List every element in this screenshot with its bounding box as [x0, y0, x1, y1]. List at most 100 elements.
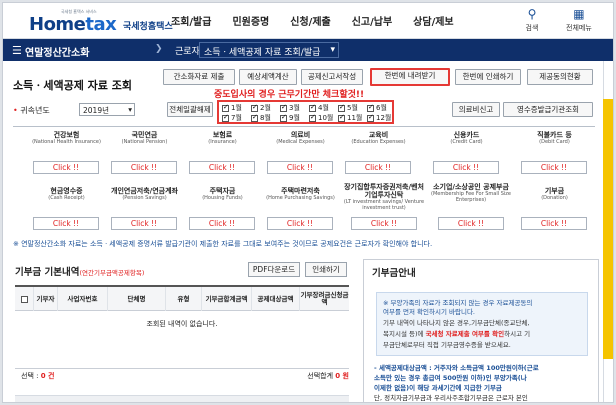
- month-checkbox[interactable]: 2월: [251, 103, 271, 113]
- guide-note: 단, 정치자금기부금과 우리사주조합기부금은 근로자 본인: [374, 394, 528, 402]
- click-button[interactable]: Click !!: [189, 161, 255, 174]
- horizontal-scrollbar[interactable]: [15, 395, 349, 402]
- guide-line: 하시고 기: [504, 330, 531, 338]
- click-button[interactable]: Click !!: [351, 217, 417, 230]
- chevron-right-icon: ❯: [155, 44, 163, 54]
- checkbox-checked-icon: [309, 113, 316, 122]
- select-all-button[interactable]: 전체일괄해제: [167, 102, 213, 117]
- click-button[interactable]: Click !!: [33, 217, 99, 230]
- menu-icon[interactable]: ☰: [12, 44, 22, 57]
- checkbox-checked-icon: [251, 113, 258, 122]
- quick-menu-strip[interactable]: [603, 99, 613, 359]
- checkbox-checked-icon: [309, 103, 316, 112]
- guide-note: 소득만 있는 경우 총급여 500만원 이하)인 부양가족(나: [374, 374, 527, 382]
- category-donation: 기부금 (Donation) Click !!: [519, 187, 590, 230]
- table-footer: 선택 : 0 건 선택합계 0 원: [15, 369, 349, 383]
- site-header: 국세청 홈택스 서비스 Hometax 국세청홈택스 조회/발급 민원증명 신청…: [3, 3, 613, 39]
- guide-line: 기부 내역이 나타나지 않은 경우,기부금단체(종교단체,: [383, 319, 530, 327]
- mid-hire-notice: 중도입사의 경우 근무기간만 체크할것!!: [214, 90, 365, 100]
- all-menu-button[interactable]: ▦ 전체메뉴: [566, 7, 592, 33]
- pdf-download-button[interactable]: PDF다운로드: [248, 262, 300, 277]
- click-button[interactable]: Click !!: [345, 161, 411, 174]
- checkbox-checked-icon: [222, 103, 229, 112]
- nav-inquiry[interactable]: 조회/발급: [171, 13, 211, 28]
- month-checkbox[interactable]: 12월: [367, 113, 391, 123]
- nav-consult[interactable]: 상담/제보: [413, 13, 453, 28]
- submit-docs-button[interactable]: 간소화자료 제출: [163, 69, 235, 85]
- month-checkbox[interactable]: 4월: [309, 103, 329, 113]
- month-checkbox[interactable]: 5월: [338, 103, 358, 113]
- category-housing-funds: 주택자금 (Housing Funds) Click !!: [187, 187, 258, 230]
- month-checkbox[interactable]: 11월: [338, 113, 362, 123]
- month-checkbox[interactable]: 7월: [222, 113, 242, 123]
- select-all-checkbox[interactable]: [15, 287, 33, 311]
- month-checkbox[interactable]: 10월: [309, 113, 333, 123]
- category-lt-investment: 장기집합투자증권저축/벤처기업투자신탁 (LT investment savin…: [343, 183, 425, 230]
- consent-status-button[interactable]: 제공동의현황: [527, 69, 593, 85]
- breadcrumb-worker[interactable]: 근로자: [175, 44, 200, 57]
- month-checkbox[interactable]: 9월: [280, 113, 300, 123]
- click-button[interactable]: Click !!: [433, 161, 499, 174]
- month-checkbox[interactable]: 6월: [367, 103, 387, 113]
- receipt-issuer-button[interactable]: 영수증발급기관조회: [503, 102, 593, 117]
- col-org-name: 단체명: [107, 287, 165, 311]
- nav-filing[interactable]: 신고/납부: [352, 13, 392, 28]
- chevron-down-icon: ▾: [330, 45, 335, 55]
- logo-org-name: 국세청홈택스: [123, 22, 173, 32]
- selection-count: 0 건: [40, 372, 55, 380]
- empty-message: 조회된 내역이 없습니다.: [146, 320, 218, 328]
- category-home-savings: 주택마련저축 (Home Purchasing Savings) Click !…: [266, 187, 335, 230]
- col-biz-number: 사업자번호: [57, 287, 107, 311]
- checkbox-checked-icon: [222, 113, 229, 122]
- checkbox-checked-icon: [338, 113, 345, 122]
- col-type: 유형: [165, 287, 201, 311]
- medical-report-button[interactable]: 의료비신고: [452, 102, 500, 117]
- nav-application[interactable]: 신청/제출: [290, 13, 330, 28]
- guide-note: 이제한 없음)이 해당 과세기간에 지급한 기부금: [374, 384, 502, 392]
- month-checkbox[interactable]: 3월: [280, 103, 300, 113]
- breadcrumb-current: 소득ㆍ세액공제 자료 조회/발급: [204, 48, 321, 58]
- guide-emphasis: 국세청 자료제출 여부를 확인: [425, 330, 505, 338]
- sub-navigation-bar: ☰ 연말정산간소화 ❯ 근로자 소득ㆍ세액공제 자료 조회/발급 ▾: [3, 39, 613, 61]
- donation-title: 기부금 기본내역: [15, 267, 80, 278]
- print-button[interactable]: 인쇄하기: [305, 262, 347, 277]
- checkbox-icon: [20, 295, 28, 303]
- click-button[interactable]: Click !!: [521, 161, 587, 174]
- nav-certificates[interactable]: 민원증명: [232, 13, 269, 28]
- all-menu-label: 전체메뉴: [566, 24, 592, 32]
- click-button[interactable]: Click !!: [267, 217, 333, 230]
- click-button[interactable]: Click !!: [438, 217, 504, 230]
- click-button[interactable]: Click !!: [33, 161, 99, 174]
- checkbox-checked-icon: [367, 113, 374, 122]
- category-cash-receipt: 현금영수증 (Cash Receipt) Click !!: [31, 187, 102, 230]
- click-button[interactable]: Click !!: [267, 161, 333, 174]
- month-checkbox[interactable]: 8월: [251, 113, 271, 123]
- category-grid: 건강보험 (National Health Insurance) Click !…: [13, 126, 595, 232]
- checkbox-checked-icon: [338, 103, 345, 112]
- click-button[interactable]: Click !!: [111, 161, 177, 174]
- logo-home: Home: [29, 14, 86, 35]
- category-small-business: 소기업/소상공인 공제부금 (Membership Fee For Small …: [431, 183, 511, 230]
- col-total-amount: 기부금합계금액: [201, 287, 251, 311]
- chevron-down-icon: ▾: [128, 105, 132, 114]
- click-button[interactable]: Click !!: [111, 217, 177, 230]
- guide-line: 부금단체로부터 직접 기부금영수증을 받으세요.: [383, 341, 511, 349]
- year-select[interactable]: 2019년 ▾: [79, 103, 135, 116]
- write-form-button[interactable]: 공제신고서작성: [301, 69, 363, 85]
- section-title[interactable]: 연말정산간소화: [25, 44, 89, 59]
- click-button[interactable]: Click !!: [189, 217, 255, 230]
- predict-tax-button[interactable]: 예상세액계산: [239, 69, 297, 85]
- search-button[interactable]: ⚲ 검색: [525, 7, 539, 33]
- guide-line: 복지시설 등)에: [383, 330, 424, 338]
- category-pension-savings: 개인연금저축/연금계좌 (Pension Savings) Click !!: [111, 187, 178, 230]
- month-checkboxes: 1월 2월 3월 4월 5월 6월 7월 8월 9월 10월 11월 12월: [217, 100, 394, 124]
- hometax-logo[interactable]: 국세청 홈택스 서비스 Hometax 국세청홈택스: [29, 9, 179, 35]
- donation-panel: 기부금 기본내역(연간기부금액공제항목) PDF다운로드 인쇄하기 기부자 사업…: [15, 259, 349, 402]
- checkbox-checked-icon: [280, 113, 287, 122]
- print-all-button[interactable]: 한번에 인쇄하기: [455, 69, 521, 85]
- click-button[interactable]: Click !!: [521, 217, 587, 230]
- breadcrumb-dropdown[interactable]: 소득ㆍ세액공제 자료 조회/발급 ▾: [199, 42, 339, 58]
- download-all-button[interactable]: 한번에 내려받기: [370, 68, 450, 86]
- total-value: 0 원: [335, 372, 349, 380]
- month-checkbox[interactable]: 1월: [222, 103, 242, 113]
